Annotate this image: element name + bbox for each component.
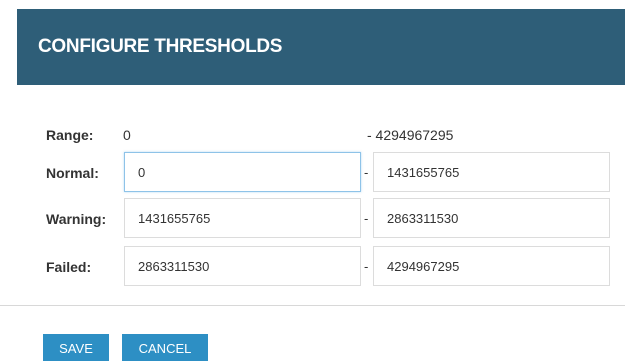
warning-range-separator: - <box>364 211 369 226</box>
failed-to-input[interactable] <box>373 246 610 286</box>
normal-label: Normal: <box>46 165 99 181</box>
normal-from-input[interactable] <box>124 152 361 192</box>
cancel-button[interactable]: CANCEL <box>122 334 208 361</box>
failed-label: Failed: <box>46 259 92 275</box>
save-button[interactable]: SAVE <box>43 334 109 361</box>
normal-to-input[interactable] <box>373 152 610 192</box>
failed-range-separator: - <box>364 259 369 274</box>
range-min-value: 0 <box>123 127 131 143</box>
range-max-value: - 4294967295 <box>367 127 454 143</box>
dialog-header: CONFIGURE THRESHOLDS <box>17 9 625 85</box>
failed-from-input[interactable] <box>124 246 361 286</box>
footer-divider <box>0 305 625 306</box>
range-label: Range: <box>46 127 94 143</box>
dialog-title: CONFIGURE THRESHOLDS <box>38 36 283 57</box>
configure-thresholds-dialog: CONFIGURE THRESHOLDS Range: 0 - 42949672… <box>0 0 625 361</box>
warning-to-input[interactable] <box>373 198 610 238</box>
warning-label: Warning: <box>46 211 107 227</box>
warning-from-input[interactable] <box>124 198 361 238</box>
normal-range-separator: - <box>364 165 369 180</box>
